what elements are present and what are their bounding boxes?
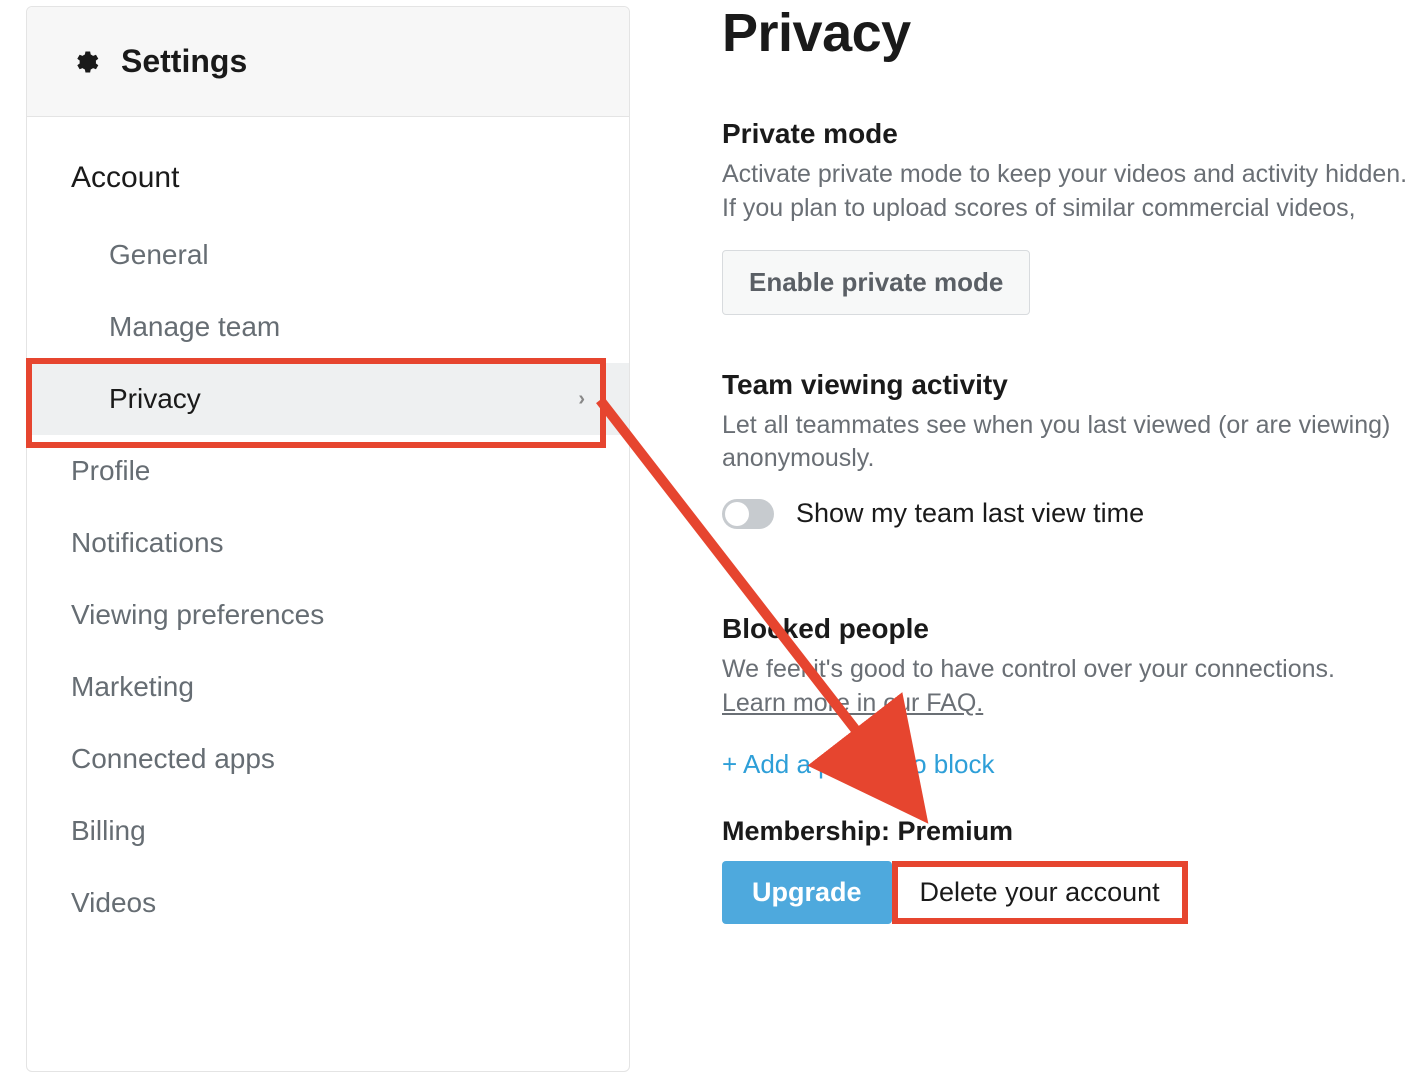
membership-section: Membership: Premium Upgrade Delete your … bbox=[722, 816, 1412, 924]
sidebar-item-manage-team[interactable]: Manage team bbox=[27, 291, 629, 363]
sidebar-item-label: Connected apps bbox=[71, 743, 275, 774]
membership-buttons: Upgrade Delete your account bbox=[722, 861, 1412, 924]
sidebar-item-label: Viewing preferences bbox=[71, 599, 324, 630]
sidebar-item-label: Videos bbox=[71, 887, 156, 918]
sidebar-item-label: Manage team bbox=[109, 311, 280, 343]
private-mode-section: Private mode Activate private mode to ke… bbox=[722, 118, 1412, 315]
team-viewing-toggle-label: Show my team last view time bbox=[796, 498, 1144, 529]
delete-account-button[interactable]: Delete your account bbox=[920, 877, 1160, 908]
team-viewing-heading: Team viewing activity bbox=[722, 369, 1412, 401]
sidebar-item-marketing[interactable]: Marketing bbox=[27, 651, 629, 723]
sidebar-item-label: Privacy bbox=[109, 383, 201, 415]
settings-sidebar: Settings Account General Manage team Pri… bbox=[26, 6, 630, 1072]
sidebar-title: Settings bbox=[121, 43, 247, 80]
sidebar-item-label: Billing bbox=[71, 815, 146, 846]
main-content: Privacy Private mode Activate private mo… bbox=[630, 0, 1412, 1072]
sidebar-item-viewing-preferences[interactable]: Viewing preferences bbox=[27, 579, 629, 651]
private-mode-description: Activate private mode to keep your video… bbox=[722, 158, 1412, 226]
annotation-highlight-delete: Delete your account bbox=[892, 861, 1188, 924]
team-viewing-description: Let all teammates see when you last view… bbox=[722, 409, 1412, 477]
sidebar-section-account[interactable]: Account bbox=[27, 117, 629, 219]
chevron-right-icon: › bbox=[578, 388, 585, 411]
sidebar-header: Settings bbox=[27, 7, 629, 117]
sidebar-item-profile[interactable]: Profile bbox=[27, 435, 629, 507]
private-mode-heading: Private mode bbox=[722, 118, 1412, 150]
upgrade-button[interactable]: Upgrade bbox=[722, 861, 892, 924]
blocked-people-description: We feel it's good to have control over y… bbox=[722, 653, 1412, 721]
membership-heading: Membership: Premium bbox=[722, 816, 1412, 847]
team-viewing-section: Team viewing activity Let all teammates … bbox=[722, 369, 1412, 530]
add-person-to-block-link[interactable]: + Add a person to block bbox=[722, 749, 994, 780]
sidebar-item-label: Notifications bbox=[71, 527, 224, 558]
sidebar-item-general[interactable]: General bbox=[27, 219, 629, 291]
sidebar-item-label: General bbox=[109, 239, 209, 271]
sidebar-item-privacy[interactable]: Privacy › bbox=[27, 363, 629, 435]
enable-private-mode-button[interactable]: Enable private mode bbox=[722, 250, 1030, 315]
blocked-people-faq-link[interactable]: Learn more in our FAQ. bbox=[722, 689, 983, 717]
team-viewing-toggle-row: Show my team last view time bbox=[722, 498, 1412, 529]
page-title: Privacy bbox=[722, 2, 1412, 64]
sidebar-item-billing[interactable]: Billing bbox=[27, 795, 629, 867]
gear-icon bbox=[71, 48, 99, 76]
sidebar-item-label: Profile bbox=[71, 455, 150, 486]
sidebar-item-connected-apps[interactable]: Connected apps bbox=[27, 723, 629, 795]
show-team-last-view-toggle[interactable] bbox=[722, 499, 774, 529]
toggle-knob bbox=[725, 502, 749, 526]
blocked-people-heading: Blocked people bbox=[722, 613, 1412, 645]
sidebar-item-videos[interactable]: Videos bbox=[27, 867, 629, 939]
sidebar-item-notifications[interactable]: Notifications bbox=[27, 507, 629, 579]
sidebar-item-label: Marketing bbox=[71, 671, 194, 702]
blocked-people-section: Blocked people We feel it's good to have… bbox=[722, 613, 1412, 780]
